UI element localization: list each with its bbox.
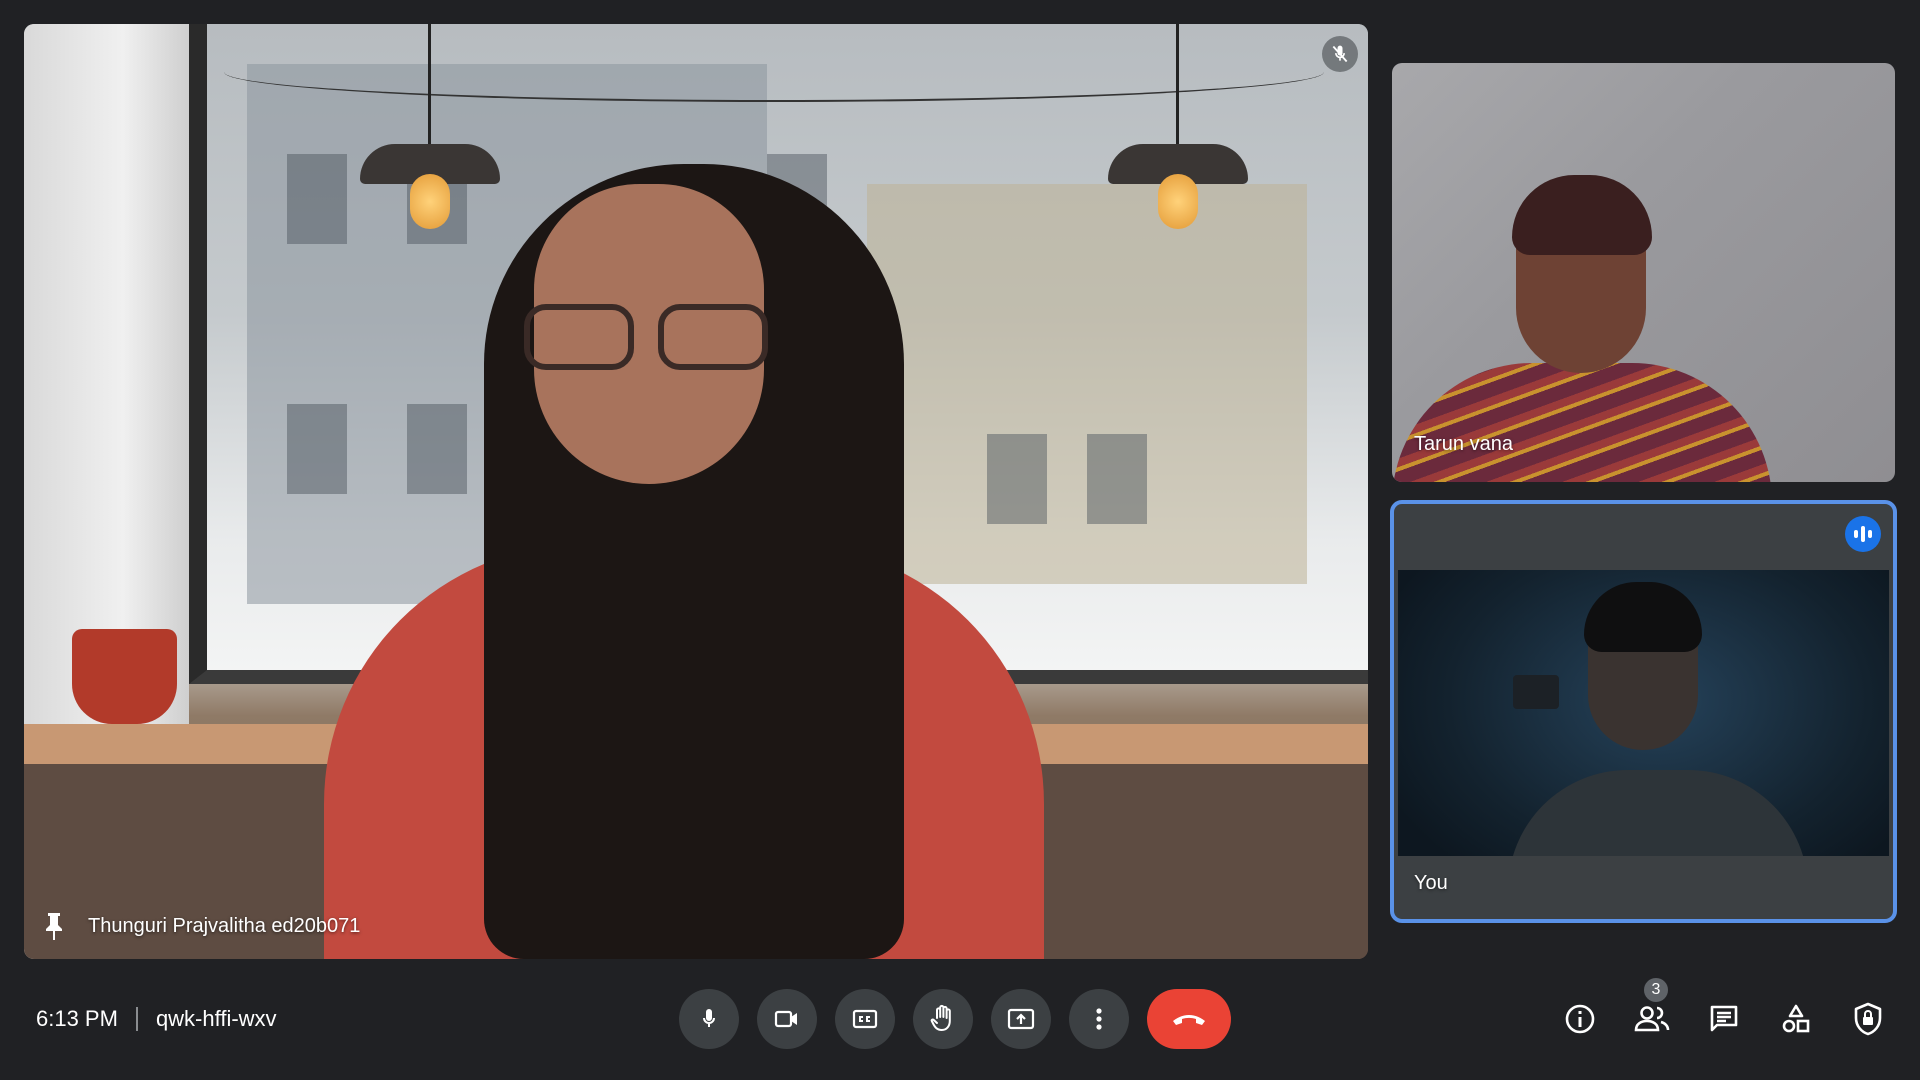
people-count-badge: 3 [1642,976,1670,1004]
camera-icon [774,1007,800,1031]
microphone-button[interactable] [679,989,739,1049]
host-controls-button[interactable] [1844,990,1892,1048]
present-icon [1007,1007,1035,1031]
more-options-icon [1095,1007,1103,1031]
present-button[interactable] [991,989,1051,1049]
main-video-tile[interactable]: Thunguri Prajvalitha ed20b071 [24,24,1368,959]
main-participant-name-bar: Thunguri Prajvalitha ed20b071 [42,911,360,941]
participant-name: You [1414,872,1448,894]
participant-tile-self[interactable]: You [1390,500,1897,923]
chat-icon [1708,1003,1740,1035]
meeting-details-button[interactable] [1556,990,1604,1048]
activities-button[interactable] [1772,990,1820,1048]
end-call-icon [1169,1009,1209,1029]
muted-mic-icon [1322,36,1358,72]
raise-hand-icon [930,1004,956,1034]
captions-button[interactable] [835,989,895,1049]
meeting-details: 6:13 PM qwk-hffi-wxv [36,1006,277,1032]
meeting-time: 6:13 PM [36,1006,118,1031]
pin-icon[interactable] [42,911,66,941]
speaking-indicator-icon [1845,516,1881,552]
activities-icon [1780,1003,1812,1035]
people-icon [1634,1004,1670,1034]
self-video [1398,570,1889,856]
participant-tile-tarun[interactable]: Tarun vana [1392,63,1895,482]
info-icon [1564,1003,1596,1035]
end-call-button[interactable] [1147,989,1231,1049]
meeting-side-actions: 3 [1556,976,1892,1048]
mic-icon [697,1007,721,1031]
participant-name: Tarun vana [1414,433,1513,455]
host-controls-icon [1853,1002,1883,1036]
divider [135,1007,138,1031]
participant-name: Thunguri Prajvalitha ed20b071 [88,914,361,937]
participant-video [324,144,1044,959]
more-options-button[interactable] [1069,989,1129,1049]
people-button[interactable]: 3 [1628,976,1676,1048]
meeting-code: qwk-hffi-wxv [155,1006,277,1031]
camera-button[interactable] [757,989,817,1049]
raise-hand-button[interactable] [913,989,973,1049]
chat-button[interactable] [1700,990,1748,1048]
call-controls [679,989,1231,1049]
meet-stage: Thunguri Prajvalitha ed20b071 Tarun vana… [0,0,1920,1080]
captions-icon [852,1007,878,1031]
